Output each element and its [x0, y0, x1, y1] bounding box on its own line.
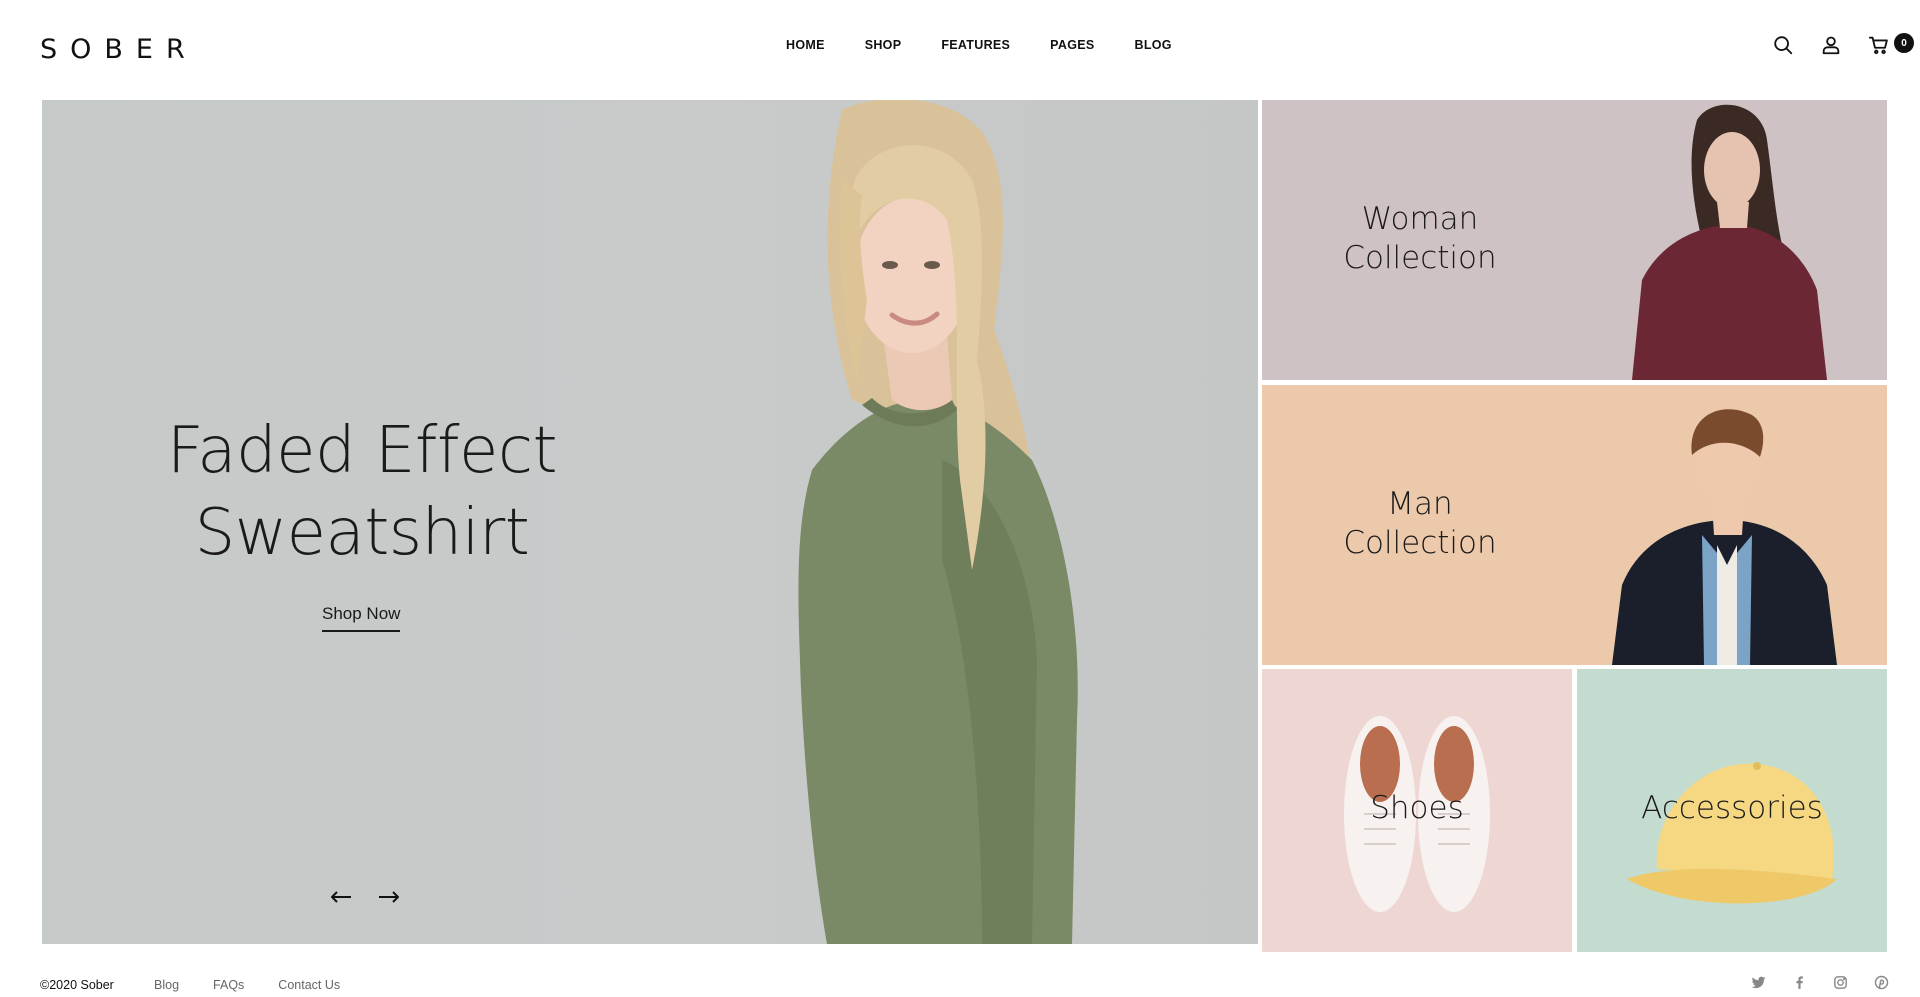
cart-button[interactable]: 0 — [1868, 33, 1914, 56]
nav-blog[interactable]: BLOG — [1135, 38, 1172, 52]
main-nav: HOME SHOP FEATURES PAGES BLOG — [786, 38, 1172, 52]
man-collection-tile[interactable]: Man Collection — [1262, 385, 1887, 665]
nav-features[interactable]: FEATURES — [941, 38, 1010, 52]
search-icon[interactable] — [1772, 34, 1794, 56]
nav-shop[interactable]: SHOP — [865, 38, 902, 52]
woman-collection-line-1: Woman — [1361, 201, 1479, 237]
woman-collection-label: Woman Collection — [1320, 200, 1520, 278]
cart-icon — [1868, 36, 1888, 55]
footer-link-faqs[interactable]: FAQs — [213, 978, 244, 992]
cart-count-badge: 0 — [1894, 33, 1914, 53]
site-header: SOBER HOME SHOP FEATURES PAGES BLOG 0 — [0, 0, 1920, 96]
site-footer: ©2020 Sober Blog FAQs Contact Us — [0, 966, 1920, 997]
twitter-icon[interactable] — [1750, 974, 1767, 991]
shoes-category-label: Shoes — [1370, 790, 1464, 826]
facebook-icon[interactable] — [1791, 974, 1808, 991]
woman-collection-tile[interactable]: Woman Collection — [1262, 100, 1887, 380]
shoes-category-tile[interactable]: Shoes — [1262, 669, 1572, 952]
woman-collection-line-2: Collection — [1343, 240, 1497, 276]
footer-link-contact[interactable]: Contact Us — [278, 978, 340, 992]
shop-now-link[interactable]: Shop Now — [322, 604, 401, 632]
accessories-product-image — [1627, 762, 1837, 904]
next-slide-arrow-icon[interactable] — [378, 890, 400, 904]
accessories-category-tile[interactable]: Accessories — [1577, 669, 1887, 952]
social-links — [1750, 974, 1890, 991]
accessories-category-label: Accessories — [1641, 790, 1823, 826]
header-tools: 0 — [1772, 33, 1914, 56]
instagram-icon[interactable] — [1832, 974, 1849, 991]
man-collection-line-1: Man — [1387, 486, 1453, 522]
footer-link-blog[interactable]: Blog — [154, 978, 179, 992]
prev-slide-arrow-icon[interactable] — [330, 890, 352, 904]
man-collection-line-2: Collection — [1343, 525, 1497, 561]
hero-title: Faded Effect Sweatshirt — [162, 410, 562, 574]
man-collection-label: Man Collection — [1320, 485, 1520, 563]
nav-home[interactable]: HOME — [786, 38, 825, 52]
hero-title-line-1: Faded Effect — [166, 414, 558, 488]
hero-model-image — [798, 100, 1078, 944]
nav-pages[interactable]: PAGES — [1050, 38, 1094, 52]
hero-title-line-2: Sweatshirt — [194, 496, 530, 570]
user-icon[interactable] — [1820, 34, 1842, 56]
copyright-text: ©2020 Sober — [40, 978, 114, 992]
pinterest-icon[interactable] — [1873, 974, 1890, 991]
site-logo[interactable]: SOBER — [40, 34, 198, 65]
hero-slider: Faded Effect Sweatshirt Shop Now — [42, 100, 1258, 944]
man-model-image — [1612, 409, 1837, 665]
footer-links: Blog FAQs Contact Us — [154, 978, 340, 992]
woman-model-image — [1632, 104, 1827, 380]
